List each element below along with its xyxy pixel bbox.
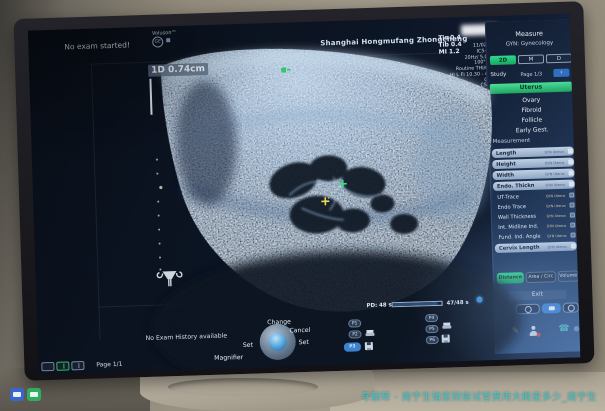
trackball-label-magnifier: Magnifier — [214, 354, 243, 362]
ultrasound-image — [28, 14, 581, 375]
video-app-icon-blue — [10, 388, 24, 401]
cine-progress-fill — [393, 302, 438, 306]
trackball-label-change: Change — [259, 318, 299, 326]
depth-markers — [156, 158, 165, 270]
monitor: No exam started! Voluson™ GE Shanghai Ho… — [13, 1, 594, 381]
trackball-label-cancel: Cancel — [289, 327, 310, 335]
video-watermark-text: 寻嗣帮 - 南宁生殖医院做试管费用大概是多少_南宁生 — [361, 389, 597, 403]
p1-button[interactable]: P1 — [348, 319, 361, 327]
trackball-label-set-left: Set — [243, 342, 253, 349]
page-indicator: Page 1/1 — [96, 361, 122, 369]
p4-button[interactable]: P4 — [425, 314, 438, 322]
layout-quad-icon[interactable] — [71, 361, 84, 370]
p3-button[interactable]: P3 — [344, 342, 361, 352]
cine-duration-label: PD: 48 s — [367, 302, 392, 309]
trackball-ball — [268, 333, 287, 352]
cine-total-label: 47/48 s — [447, 300, 469, 307]
p5-button[interactable]: P5 — [425, 325, 438, 333]
icon-inner — [13, 392, 21, 397]
trackball-label-set-right: Set — [299, 339, 309, 346]
layout-dual-icon-selected[interactable] — [56, 361, 69, 370]
layout-single-icon[interactable] — [41, 362, 54, 371]
video-app-icon-green — [27, 388, 41, 401]
p2-button[interactable]: P2 — [348, 330, 361, 338]
distance-measurement-label: 1D 0.74cm — [148, 63, 208, 77]
uterus-body-marker-icon — [157, 271, 182, 287]
save-floppy-icon — [365, 342, 373, 350]
printer-icon — [442, 322, 451, 329]
ultrasound-screen: No exam started! Voluson™ GE Shanghai Ho… — [28, 14, 581, 375]
trackball-label-calc-cine: Calc | Cine — [259, 356, 297, 374]
photo-frame: No exam started! Voluson™ GE Shanghai Ho… — [0, 0, 605, 411]
icon-inner — [30, 392, 38, 397]
p6-button[interactable]: P6 — [426, 336, 439, 344]
save-floppy-icon — [442, 334, 450, 342]
printer-icon — [365, 330, 374, 337]
